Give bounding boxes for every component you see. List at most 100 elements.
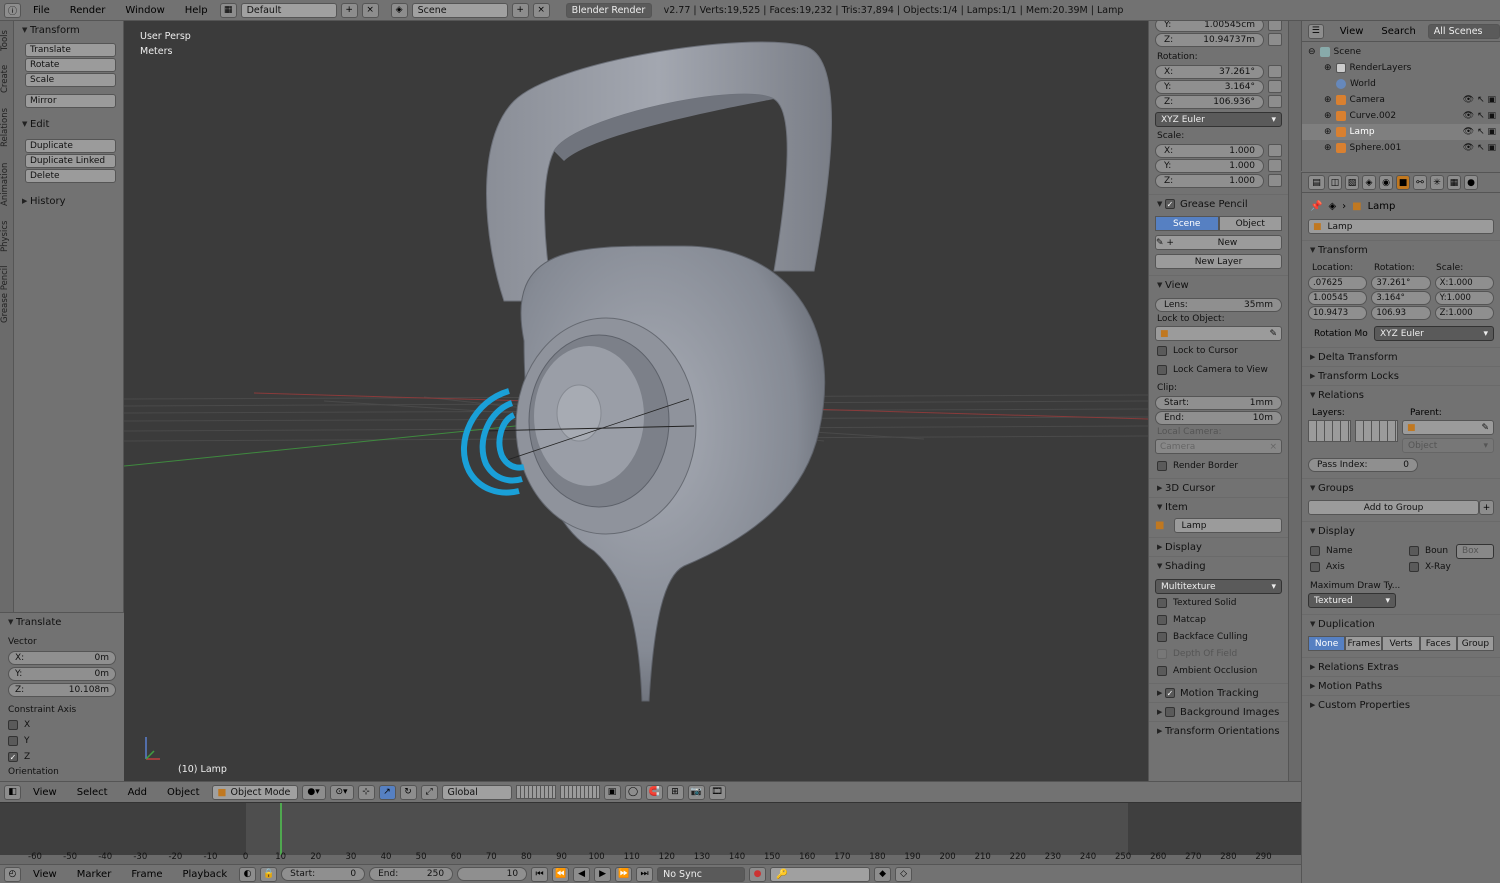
end-frame-field[interactable]: End: 250: [369, 867, 454, 881]
outliner-view-menu[interactable]: View: [1340, 26, 1364, 37]
prop-scale-z[interactable]: Z:1.000: [1434, 306, 1494, 320]
render-anim-icon[interactable]: 🎞: [708, 784, 726, 800]
axis-checkbox[interactable]: Axis: [1310, 559, 1401, 575]
prop-location-z[interactable]: 10.9473: [1308, 306, 1368, 320]
preview-range-icon[interactable]: ◐: [239, 866, 257, 882]
rotation-mode-select[interactable]: XYZ Euler ▾: [1155, 112, 1282, 127]
lock-icon[interactable]: [1268, 80, 1282, 93]
scene-field[interactable]: Scene: [411, 2, 508, 18]
scale-z-field[interactable]: Z: 1.000: [1155, 173, 1264, 188]
rotation-y-field[interactable]: Y: 3.164°: [1155, 79, 1264, 94]
prop-rotation-x[interactable]: 37.261°: [1371, 276, 1431, 290]
duplicate-linked-button[interactable]: Duplicate Linked: [25, 154, 116, 168]
mode-select[interactable]: ■ Object Mode: [211, 784, 298, 800]
scene-icon[interactable]: ◈: [390, 2, 408, 18]
depth-of-field-checkbox[interactable]: Depth Of Field: [1157, 646, 1288, 662]
motion-tracking-header[interactable]: ▶ ✓ Motion Tracking: [1149, 683, 1288, 702]
prop-display-header[interactable]: ▼ Display: [1302, 521, 1500, 540]
constraint-x-checkbox[interactable]: X: [8, 717, 124, 733]
lock-icon[interactable]: [1268, 95, 1282, 108]
textured-solid-checkbox[interactable]: Textured Solid: [1157, 595, 1288, 611]
properties-editor-icon[interactable]: ▤: [1308, 175, 1325, 190]
outliner-item-curve[interactable]: ⊕ Curve.002 👁 ↖ ▣: [1302, 108, 1500, 124]
object-name-field[interactable]: ■ Lamp: [1308, 219, 1494, 234]
tab-physics[interactable]: Physics: [0, 215, 14, 257]
lock-range-icon[interactable]: 🔒: [260, 866, 278, 882]
prop-rotation-z[interactable]: 106.93: [1371, 306, 1431, 320]
region-scrollbar[interactable]: [1288, 21, 1301, 781]
layers-grid-b[interactable]: [559, 785, 600, 799]
shading-mode-select[interactable]: Multitexture ▾: [1155, 579, 1282, 594]
bounds-checkbox[interactable]: Boun Box: [1409, 543, 1500, 559]
shading-header[interactable]: ▼ Shading: [1149, 556, 1288, 575]
tab-relations[interactable]: Relations: [0, 101, 14, 153]
layout-field[interactable]: Default: [240, 2, 337, 18]
panel-transform-header[interactable]: ▼ Transform: [14, 21, 123, 39]
info-editor-icon[interactable]: ⓘ: [4, 2, 21, 18]
translate-manipulator-icon[interactable]: ↗: [378, 784, 396, 800]
pass-index-field[interactable]: Pass Index: 0: [1308, 457, 1418, 472]
panel-edit-header[interactable]: ▼ Edit: [14, 115, 123, 133]
lamp-gizmo[interactable]: [461, 388, 525, 496]
layers-tab-icon[interactable]: ▧: [1345, 175, 1359, 190]
play-reverse-icon[interactable]: ◀: [573, 866, 591, 882]
texture-tab-icon[interactable]: ▦: [1447, 175, 1461, 190]
lens-field[interactable]: Lens: 35mm: [1155, 297, 1282, 312]
gp-new-layer-button[interactable]: New Layer: [1155, 254, 1282, 269]
manipulator-icon[interactable]: ⊹: [357, 784, 375, 800]
render-engine-select[interactable]: Blender Render: [565, 2, 652, 18]
timeline-editor-icon[interactable]: ◴: [4, 866, 21, 882]
layer-lock-icon[interactable]: ▣: [603, 784, 621, 800]
constraints-tab-icon[interactable]: ⚯: [1413, 175, 1427, 190]
tl-menu-frame[interactable]: Frame: [123, 869, 170, 880]
relations-extras-header[interactable]: ▶ Relations Extras: [1302, 657, 1500, 676]
rotation-z-field[interactable]: Z: 106.936°: [1155, 94, 1264, 109]
gp-object-tab[interactable]: Object: [1218, 216, 1282, 231]
jump-keyframe-forward-icon[interactable]: ⏩: [615, 866, 633, 882]
jump-end-icon[interactable]: ⏭: [636, 866, 654, 882]
outliner-display-select[interactable]: All Scenes: [1427, 23, 1500, 39]
dup-verts-tab[interactable]: Verts: [1382, 636, 1420, 651]
layers-grid-a[interactable]: [515, 785, 556, 799]
remove-layout-icon[interactable]: ×: [361, 2, 379, 18]
gp-scene-tab[interactable]: Scene: [1155, 216, 1219, 231]
sync-select[interactable]: No Sync: [657, 866, 746, 882]
keying-set-field[interactable]: 🔑: [770, 866, 871, 882]
rotate-manipulator-icon[interactable]: ↻: [399, 784, 417, 800]
eyedropper-icon[interactable]: ✎: [1269, 329, 1277, 339]
outliner-editor-icon[interactable]: ☰: [1308, 23, 1324, 39]
item-name-field[interactable]: Lamp: [1174, 518, 1282, 533]
translate-button[interactable]: Translate: [25, 43, 116, 57]
insert-keyframe-icon[interactable]: ◆: [874, 866, 892, 882]
duplicate-button[interactable]: Duplicate: [25, 139, 116, 153]
scale-x-field[interactable]: X: 1.000: [1155, 143, 1264, 158]
lock-icon[interactable]: [1268, 21, 1282, 31]
lock-icon[interactable]: [1268, 65, 1282, 78]
lock-camera-checkbox[interactable]: Lock Camera to View: [1157, 362, 1288, 378]
vector-x-field[interactable]: X: 0m: [8, 651, 116, 665]
visibility-icons[interactable]: 👁 ↖ ▣: [1463, 111, 1496, 121]
jump-keyframe-back-icon[interactable]: ⏪: [552, 866, 570, 882]
3d-view-editor-icon[interactable]: ◧: [4, 784, 21, 800]
outliner-item-camera[interactable]: ⊕ Camera 👁 ↖ ▣: [1302, 92, 1500, 108]
menu-help[interactable]: Help: [177, 5, 216, 16]
duplication-header[interactable]: ▼ Duplication: [1302, 614, 1500, 633]
tl-menu-playback[interactable]: Playback: [174, 869, 235, 880]
render-tab-icon[interactable]: ◫: [1328, 175, 1342, 190]
tab-create[interactable]: Create: [0, 59, 14, 99]
tab-grease-pencil[interactable]: Grease Pencil: [0, 259, 14, 329]
location-z-field[interactable]: Z: 10.94737m: [1155, 32, 1264, 47]
visibility-icons[interactable]: 👁 ↖ ▣: [1463, 95, 1496, 105]
backface-culling-checkbox[interactable]: Backface Culling: [1157, 629, 1288, 645]
menu-render[interactable]: Render: [62, 5, 114, 16]
vector-z-field[interactable]: Z: 10.108m: [8, 683, 116, 697]
menu-select[interactable]: Select: [69, 787, 116, 798]
outliner-item-scene[interactable]: ⊖ Scene: [1302, 44, 1500, 60]
grease-pencil-header[interactable]: ▼ ✓ Grease Pencil: [1149, 194, 1288, 213]
parent-type-select[interactable]: Object ▾: [1402, 438, 1494, 453]
outliner-item-lamp[interactable]: ⊕ Lamp 👁 ↖ ▣: [1302, 124, 1500, 140]
scale-manipulator-icon[interactable]: ⤢: [420, 784, 438, 800]
relations-header[interactable]: ▼ Relations: [1302, 385, 1500, 404]
rotation-x-field[interactable]: X: 37.261°: [1155, 64, 1264, 79]
add-icon[interactable]: +: [1479, 500, 1494, 515]
